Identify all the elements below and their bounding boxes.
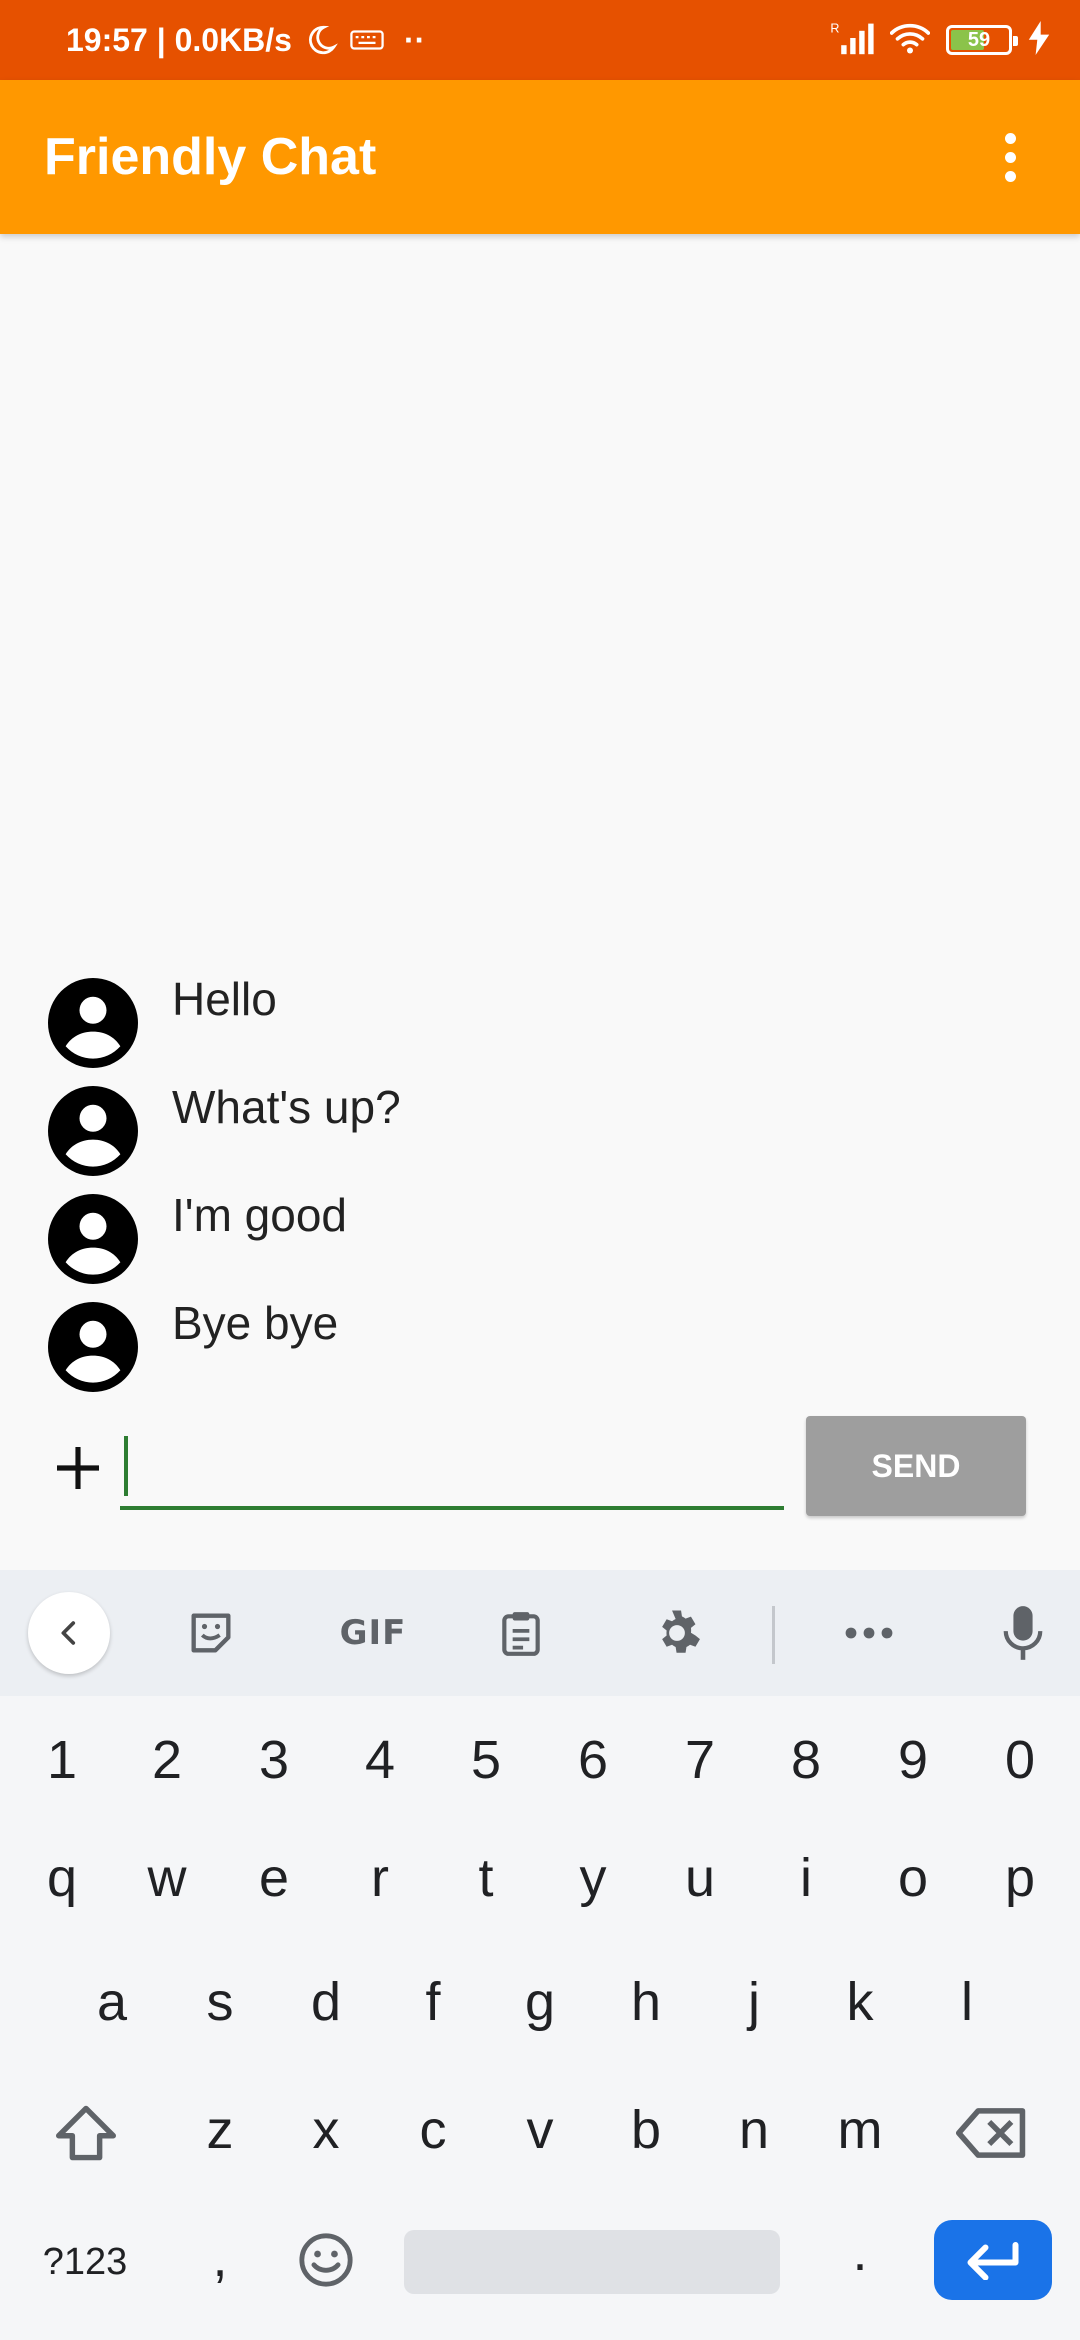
key-8[interactable]: 8 <box>752 1720 860 1800</box>
key-t[interactable]: t <box>432 1838 540 1918</box>
account-circle-icon <box>48 1194 138 1284</box>
message-item: Hello <box>0 970 1080 1078</box>
key-a[interactable]: a <box>58 1962 166 2042</box>
key-z[interactable]: z <box>166 2090 274 2170</box>
key-7[interactable]: 7 <box>646 1720 754 1800</box>
key-j[interactable]: j <box>700 1962 808 2042</box>
space-key[interactable] <box>404 2230 780 2294</box>
wifi-icon <box>889 20 931 61</box>
more-vert-icon[interactable] <box>980 127 1040 187</box>
mic-icon[interactable] <box>988 1598 1058 1668</box>
key-f[interactable]: f <box>379 1962 487 2042</box>
comma-key[interactable]: , <box>166 2218 274 2298</box>
key-0[interactable]: 0 <box>966 1720 1074 1800</box>
message-text: I'm good <box>172 1189 347 1241</box>
gif-icon[interactable]: GIF <box>328 1598 418 1668</box>
keyboard-toolbar: GIF <box>0 1570 1080 1696</box>
key-n[interactable]: n <box>700 2090 808 2170</box>
message-item: What's up? <box>0 1078 1080 1186</box>
message-item: I'm good <box>0 1186 1080 1294</box>
account-circle-icon <box>48 1302 138 1392</box>
key-o[interactable]: o <box>859 1838 967 1918</box>
account-circle-icon <box>48 1086 138 1176</box>
key-6[interactable]: 6 <box>539 1720 647 1800</box>
plus-icon[interactable] <box>50 1440 106 1496</box>
key-r[interactable]: r <box>326 1838 434 1918</box>
shift-key[interactable] <box>26 2088 146 2178</box>
key-p[interactable]: p <box>966 1838 1074 1918</box>
key-1[interactable]: 1 <box>8 1720 116 1800</box>
key-3[interactable]: 3 <box>220 1720 328 1800</box>
key-b[interactable]: b <box>592 2090 700 2170</box>
emoji-key[interactable] <box>272 2220 380 2300</box>
gif-label: GIF <box>339 1613 407 1653</box>
keyboard: GIF 1 2 3 4 5 6 7 8 9 0 q w e r t y u i … <box>0 1570 1080 2340</box>
key-c[interactable]: c <box>379 2090 487 2170</box>
battery-level: 59 <box>967 28 991 51</box>
send-button[interactable]: SEND <box>806 1416 1026 1516</box>
clipboard-icon[interactable] <box>486 1598 556 1668</box>
charging-icon <box>1028 20 1050 60</box>
key-s[interactable]: s <box>166 1962 274 2042</box>
key-e[interactable]: e <box>220 1838 328 1918</box>
key-m[interactable]: m <box>806 2090 914 2170</box>
key-x[interactable]: x <box>272 2090 380 2170</box>
battery-icon: 59 <box>946 25 1018 55</box>
text-cursor <box>124 1436 128 1496</box>
status-time: 19:57 | 0.0KB/s <box>66 21 292 58</box>
key-i[interactable]: i <box>752 1838 860 1918</box>
composer: SEND <box>0 1410 1080 1540</box>
message-item: Bye bye <box>0 1294 1080 1402</box>
moon-icon <box>304 23 338 57</box>
signal-icon: R <box>830 20 874 61</box>
enter-key[interactable] <box>934 2220 1052 2300</box>
svg-text:R: R <box>830 21 839 35</box>
message-text: What's up? <box>172 1081 401 1133</box>
enter-icon <box>967 2242 1019 2280</box>
message-list: Hello What's up? I'm good Bye bye <box>0 970 1080 1402</box>
keyboard-icon <box>350 27 384 53</box>
status-right: R 59 <box>830 0 1050 80</box>
status-left: 19:57 | 0.0KB/s ·· <box>66 0 425 80</box>
key-5[interactable]: 5 <box>432 1720 540 1800</box>
key-4[interactable]: 4 <box>326 1720 434 1800</box>
key-w[interactable]: w <box>113 1838 221 1918</box>
emoji-icon <box>299 2233 353 2287</box>
app-bar: Friendly Chat <box>0 80 1080 234</box>
key-9[interactable]: 9 <box>859 1720 967 1800</box>
backspace-key[interactable] <box>932 2088 1052 2178</box>
gear-icon[interactable] <box>642 1598 712 1668</box>
account-circle-icon <box>48 978 138 1068</box>
toolbar-divider <box>772 1606 775 1664</box>
key-v[interactable]: v <box>486 2090 594 2170</box>
period-key[interactable]: . <box>806 2212 914 2292</box>
key-g[interactable]: g <box>486 1962 594 2042</box>
shift-icon <box>56 2105 116 2161</box>
key-h[interactable]: h <box>592 1962 700 2042</box>
status-dots: ·· <box>403 21 426 58</box>
key-u[interactable]: u <box>646 1838 754 1918</box>
key-y[interactable]: y <box>539 1838 647 1918</box>
message-input[interactable] <box>120 1430 784 1510</box>
sticker-icon[interactable] <box>176 1598 246 1668</box>
key-2[interactable]: 2 <box>113 1720 221 1800</box>
symbols-key[interactable]: ?123 <box>30 2222 140 2302</box>
key-k[interactable]: k <box>806 1962 914 2042</box>
key-l[interactable]: l <box>913 1962 1021 2042</box>
key-q[interactable]: q <box>8 1838 116 1918</box>
message-text: Bye bye <box>172 1297 339 1349</box>
more-horiz-icon[interactable] <box>834 1598 904 1668</box>
message-text: Hello <box>172 973 277 1025</box>
key-d[interactable]: d <box>272 1962 380 2042</box>
chevron-left-icon[interactable] <box>28 1592 110 1674</box>
app-title: Friendly Chat <box>44 128 377 186</box>
backspace-icon <box>956 2108 1026 2158</box>
status-bar: 19:57 | 0.0KB/s ·· R 59 <box>0 0 1080 80</box>
